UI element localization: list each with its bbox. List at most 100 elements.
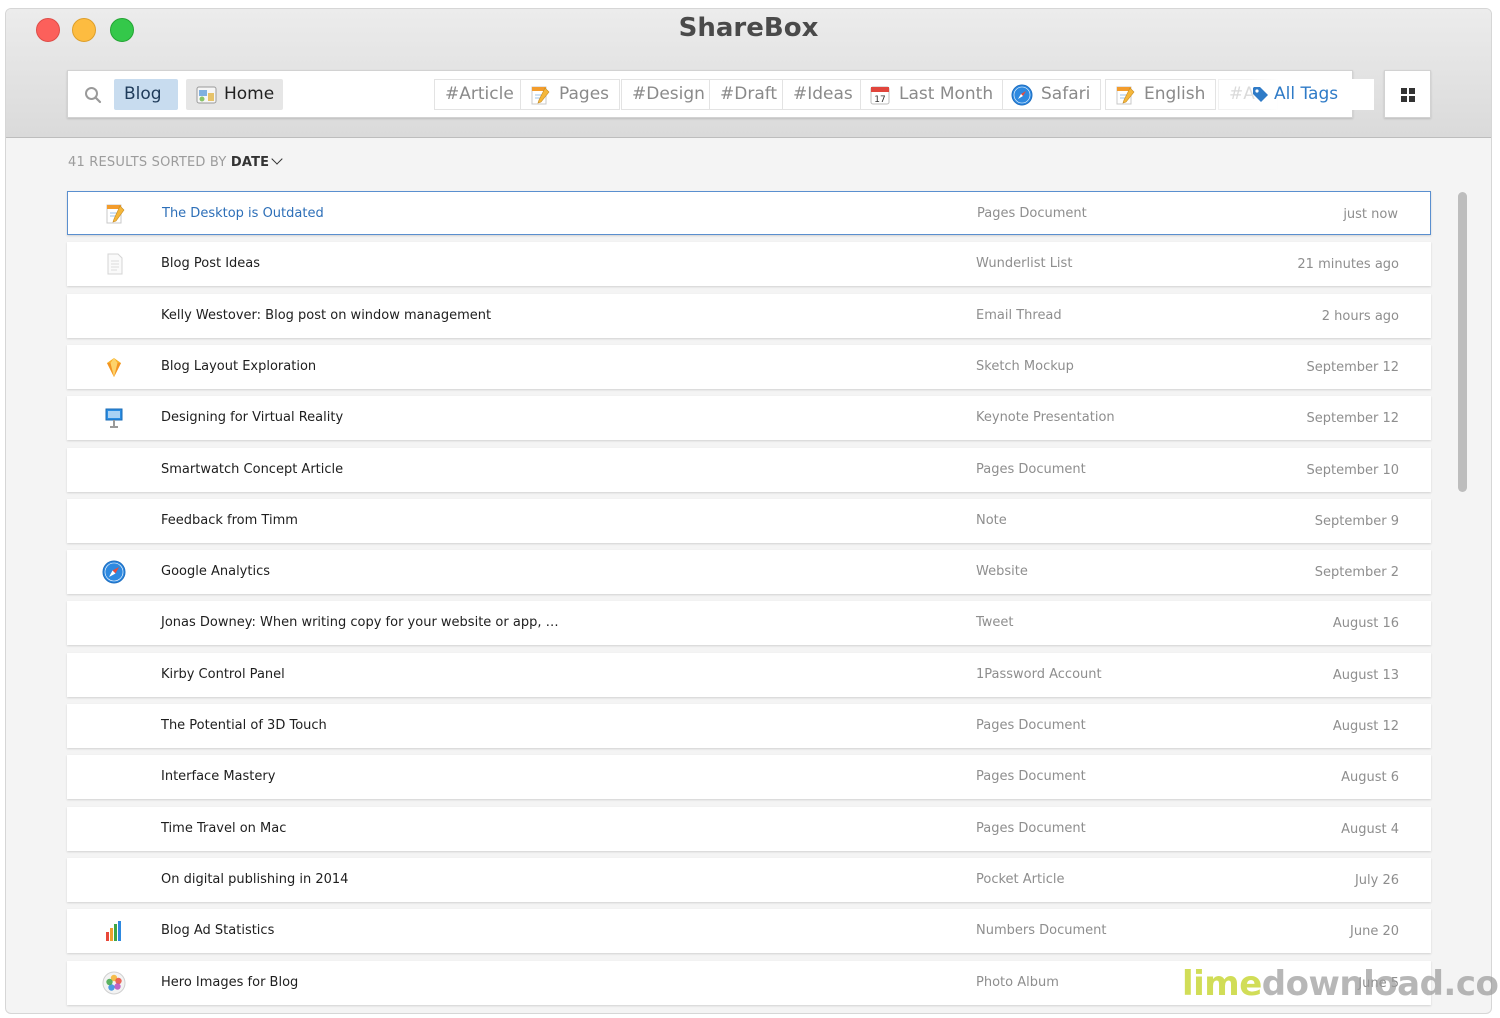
svg-text:17: 17 (874, 95, 885, 105)
result-date: August 12 (1332, 719, 1399, 734)
tag-english[interactable]: English (1105, 79, 1217, 110)
result-title: Blog Layout Exploration (161, 358, 317, 374)
tag-ideas[interactable]: #Ideas (782, 79, 864, 110)
result-row[interactable]: The Desktop is Outdated Pages Document jus… (67, 191, 1431, 235)
result-title: Blog Post Ideas (161, 256, 261, 272)
result-kind: Pages Document (976, 820, 1086, 836)
pages-icon (106, 204, 125, 224)
tag-last-month[interactable]: 17 Last Month (860, 79, 1005, 110)
tag-safari[interactable]: Safari (1002, 79, 1102, 110)
result-date: 21 minutes ago (1297, 257, 1399, 273)
safari-icon (102, 560, 126, 584)
result-date: July 26 (1354, 872, 1399, 888)
result-date: September 2 (1314, 565, 1399, 581)
tag-pages-label: Pages (559, 84, 610, 104)
sketch-icon (107, 357, 121, 377)
search-bar[interactable]: Blog Home #Article Pages #Design #Draft … (67, 70, 1374, 118)
result-date: August 13 (1332, 667, 1399, 683)
result-date: June 20 (1350, 924, 1399, 940)
result-kind: Pages Document (976, 718, 1086, 733)
result-title: Kirby Control Panel (161, 666, 285, 682)
result-row[interactable]: Jonas Downey: When writing copy for your… (67, 601, 1431, 646)
result-title: Designing for Virtual Reality (161, 410, 344, 426)
result-title: On digital publishing in 2014 (161, 871, 349, 887)
tag-safari-label: Safari (1041, 84, 1091, 104)
result-row[interactable]: Blog Post Ideas Wunderlist List 21 minutes… (67, 242, 1431, 287)
tag-icon (1253, 87, 1268, 102)
numbers-icon (106, 921, 121, 942)
document-icon (107, 253, 123, 275)
result-row[interactable]: On digital publishing in 2014 Pocket Arti… (67, 857, 1431, 902)
result-row[interactable]: Feedback from Timm Note September 9 (67, 498, 1431, 543)
result-row[interactable]: The Potential of 3D Touch Pages Document A… (67, 704, 1431, 748)
grid-view-button[interactable] (1384, 70, 1431, 118)
result-title: Jonas Downey: When writing copy for your… (161, 615, 559, 631)
results-count: 41 RESULTS SORTED BY (68, 155, 227, 170)
calendar-icon: 17 (870, 86, 890, 105)
app-window: ShareBox Blog Home #Article Pages #Desig… (5, 8, 1492, 1014)
result-kind: Email Thread (976, 307, 1062, 323)
results-header: 41 RESULTS SORTED BY DATE (68, 153, 283, 170)
tag-last-month-label: Last Month (899, 84, 994, 104)
result-title: Kelly Westover: Blog post on window mana… (161, 307, 492, 323)
result-row[interactable]: Designing for Virtual Reality Keynote Pre… (67, 396, 1431, 441)
search-icon (85, 87, 102, 104)
result-date: August 4 (1341, 821, 1399, 837)
result-title: Hero Images for Blog (161, 974, 299, 990)
result-date: 2 hours ago (1321, 308, 1399, 324)
title-bar: ShareBox Blog Home #Article Pages #Desig… (6, 9, 1491, 138)
result-row[interactable]: Blog Layout Exploration Sketch Mockup Sept… (67, 344, 1431, 389)
all-tags-button[interactable]: All Tags (1248, 79, 1374, 110)
search-token-home-label: Home (224, 84, 275, 104)
tag-article[interactable]: #Article (434, 79, 525, 110)
result-row[interactable]: Kelly Westover: Blog post on window mana… (67, 293, 1431, 338)
result-kind: Numbers Document (976, 923, 1107, 939)
home-icon (196, 86, 217, 104)
result-kind: Pages Document (977, 206, 1087, 221)
result-title: Time Travel on Mac (161, 820, 287, 836)
result-row[interactable]: Time Travel on Mac Pages Document August 4 (67, 806, 1431, 851)
sort-field-dropdown[interactable]: DATE (230, 153, 283, 170)
result-title: Smartwatch Concept Article (161, 461, 344, 477)
result-kind: Pages Document (976, 461, 1086, 477)
result-title: Interface Mastery (161, 769, 276, 785)
watermark: limedownload.com (1182, 964, 1500, 1004)
result-date: September 9 (1314, 513, 1399, 529)
sort-field-label: DATE (230, 155, 270, 170)
all-tags-label: All Tags (1274, 84, 1339, 104)
result-kind: Sketch Mockup (976, 358, 1074, 374)
tag-english-label: English (1144, 84, 1206, 104)
watermark-part-download: download.com (1261, 964, 1500, 1004)
pages-icon (1116, 86, 1135, 105)
result-row[interactable]: Kirby Control Panel 1Password Account Augu… (67, 652, 1431, 697)
result-row[interactable]: Google Analytics Website September 2 (67, 550, 1431, 595)
search-token-home[interactable]: Home (186, 79, 283, 110)
result-date: September 12 (1306, 411, 1399, 427)
result-kind: Keynote Presentation (976, 410, 1115, 426)
result-kind: Wunderlist List (976, 256, 1073, 272)
result-title: The Desktop is Outdated (162, 206, 324, 221)
tag-draft[interactable]: #Draft (709, 79, 789, 110)
safari-icon (1011, 84, 1033, 106)
result-title: Blog Ad Statistics (161, 923, 275, 939)
watermark-part-lime: lime (1182, 964, 1262, 1004)
result-row[interactable]: Blog Ad Statistics Numbers Document June 2… (67, 909, 1431, 954)
search-token-blog[interactable]: Blog (114, 79, 178, 110)
result-date: August 16 (1332, 616, 1399, 632)
photos-icon (102, 971, 126, 994)
result-kind: Pages Document (976, 769, 1086, 785)
result-kind: Website (976, 564, 1028, 580)
window-title: ShareBox (678, 13, 819, 43)
result-kind: Pocket Article (976, 871, 1065, 887)
result-row[interactable]: Interface Mastery Pages Document August 6 (67, 755, 1431, 800)
result-date: just now (1343, 207, 1398, 222)
result-date: September 12 (1306, 359, 1399, 375)
result-date: September 10 (1306, 462, 1399, 478)
scrollbar-thumb[interactable] (1458, 192, 1467, 492)
tag-pages[interactable]: Pages (520, 79, 621, 110)
result-title: Google Analytics (161, 564, 271, 580)
tag-design[interactable]: #Design (621, 79, 716, 110)
result-date: August 6 (1341, 770, 1399, 786)
result-row[interactable]: Smartwatch Concept Article Pages Document… (67, 447, 1431, 492)
pages-icon (531, 86, 550, 105)
